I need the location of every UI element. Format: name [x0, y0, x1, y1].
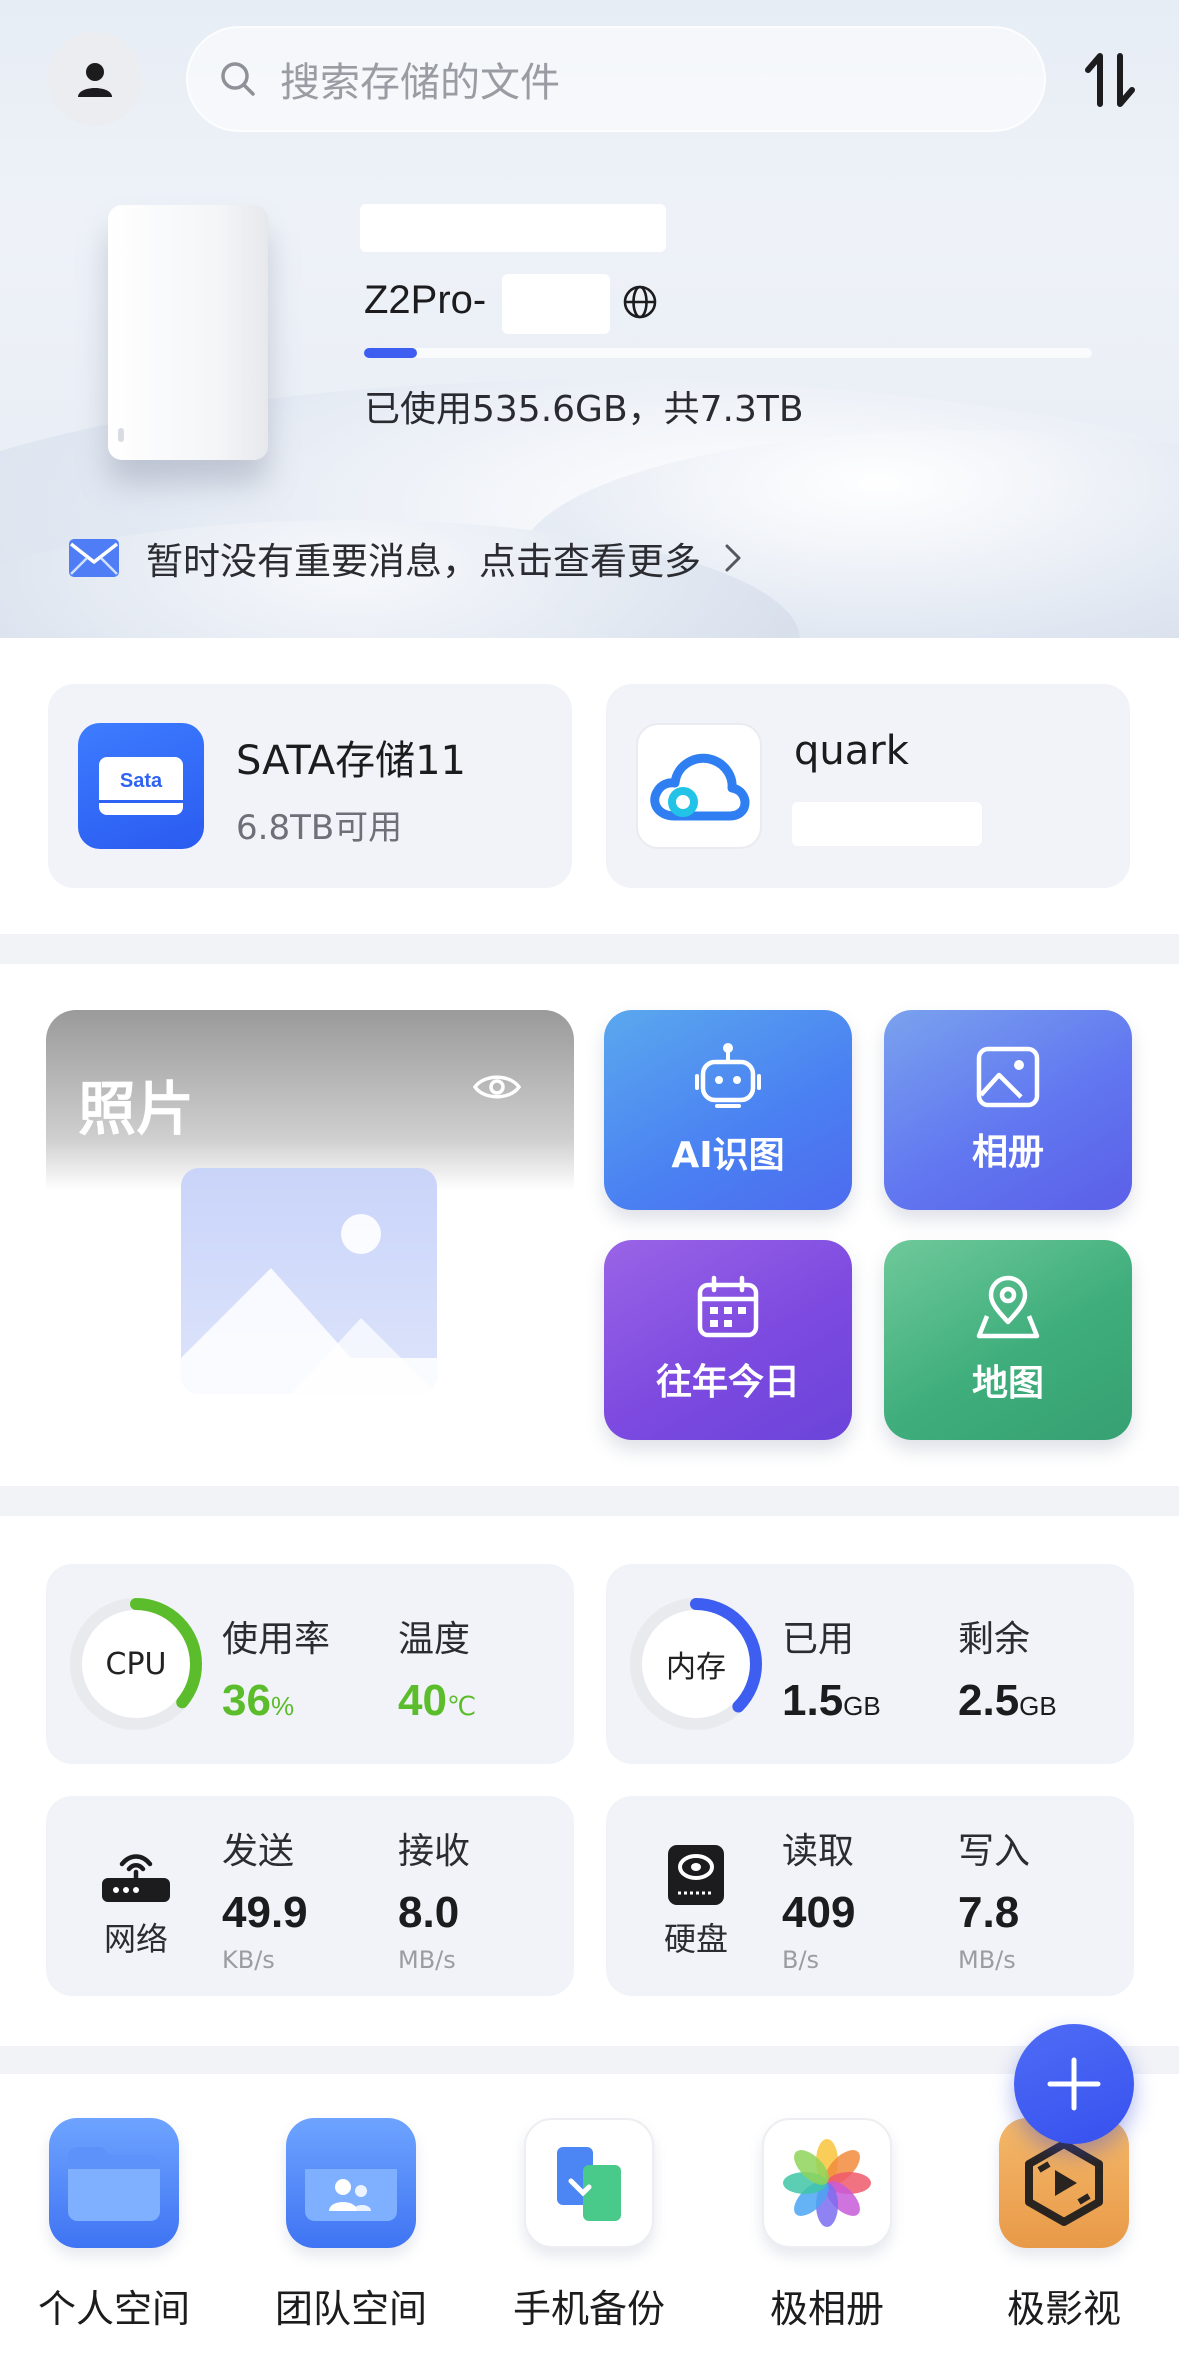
hard-disk-icon	[656, 1840, 736, 1910]
cpu-label: CPU	[105, 1646, 167, 1682]
memory-free-value: 2.5	[958, 1676, 1020, 1725]
photos-section: 照片 AI识图 相册 往年今日 地图	[0, 964, 1179, 1486]
disk-read-value: 409	[782, 1888, 856, 1937]
storage-title: quark	[794, 728, 909, 774]
app-ji-video[interactable]: 极影视	[964, 2118, 1164, 2333]
redacted-field	[502, 274, 610, 334]
plus-icon	[1047, 2057, 1101, 2111]
nas-device-image[interactable]	[108, 205, 268, 460]
image-icon	[976, 1046, 1040, 1108]
hero-banner: 搜索存储的文件 Z2Pro- 已使用535.6GB，共7.3TB 暂时没有重要消…	[0, 0, 1179, 638]
tile-album[interactable]: 相册	[884, 1010, 1132, 1210]
storage-card-sata[interactable]: Sata SATA存储11 6.8TB可用	[48, 684, 572, 888]
cpu-temp-label: 温度	[398, 1619, 471, 1660]
memory-card[interactable]: 内存 已用 1.5GB 剩余 2.5GB	[606, 1564, 1134, 1764]
person-icon	[78, 63, 112, 97]
tile-on-this-day[interactable]: 往年今日	[604, 1240, 852, 1440]
robot-icon	[695, 1043, 761, 1108]
memory-free-label: 剩余	[958, 1619, 1031, 1660]
storage-card-quark[interactable]: quark	[606, 684, 1130, 888]
photo-placeholder-image	[181, 1168, 437, 1394]
tile-label: 往年今日	[655, 1362, 800, 1403]
redacted-field	[360, 204, 666, 252]
notice-text: 暂时没有重要消息，点击查看更多	[146, 540, 701, 583]
disk-card[interactable]: 硬盘 读取 409 B/s 写入 7.8 MB/s	[606, 1796, 1134, 1996]
avatar-button[interactable]	[48, 32, 142, 126]
folder-icon	[49, 2118, 179, 2248]
disk-write-value: 7.8	[958, 1888, 1020, 1937]
app-ji-photos[interactable]: 极相册	[727, 2118, 927, 2333]
network-card[interactable]: 网络 发送 49.9 KB/s 接收 8.0 MB/s	[46, 1796, 574, 1996]
cpu-usage-value: 36	[222, 1676, 271, 1725]
search-placeholder: 搜索存储的文件	[280, 60, 560, 106]
phone-backup-icon	[524, 2118, 654, 2248]
tile-label: 相册	[971, 1132, 1044, 1173]
app-label: 极影视	[1006, 2287, 1121, 2331]
storage-usage-fill	[364, 348, 418, 358]
app-phone-backup[interactable]: 手机备份	[489, 2118, 689, 2333]
disk-write-unit: MB/s	[958, 1946, 1016, 1974]
flower-photos-icon	[762, 2118, 892, 2248]
disk-label: 硬盘	[663, 1920, 728, 1958]
mail-icon	[69, 539, 119, 577]
storage-usage-bar	[364, 348, 1092, 358]
router-icon	[96, 1840, 176, 1910]
app-label: 手机备份	[512, 2287, 665, 2331]
calendar-icon	[697, 1275, 759, 1338]
cpu-usage-label: 使用率	[222, 1619, 331, 1660]
app-label: 个人空间	[37, 2287, 190, 2331]
device-name[interactable]: Z2Pro-	[364, 278, 486, 323]
system-stats-section: CPU 使用率 36% 温度 40℃ 内存 已用 1.5GB 剩余 2.5GB	[0, 1516, 1179, 2046]
tile-label: 地图	[971, 1363, 1044, 1404]
eye-icon[interactable]	[472, 1070, 522, 1104]
tile-label: AI识图	[671, 1135, 785, 1176]
app-team-space[interactable]: 团队空间	[251, 2118, 451, 2333]
sata-disk-icon: Sata	[78, 723, 204, 849]
search-icon	[221, 62, 255, 96]
network-send-value: 49.9	[222, 1888, 308, 1937]
disk-write-label: 写入	[958, 1831, 1031, 1872]
network-recv-label: 接收	[398, 1831, 471, 1872]
cpu-card[interactable]: CPU 使用率 36% 温度 40℃	[46, 1564, 574, 1764]
add-button[interactable]	[1014, 2024, 1134, 2144]
team-folder-icon	[286, 2118, 416, 2248]
network-send-unit: KB/s	[222, 1946, 275, 1974]
notice-bar[interactable]: 暂时没有重要消息，点击查看更多	[68, 528, 743, 588]
app-personal-space[interactable]: 个人空间	[14, 2118, 214, 2333]
storage-title: SATA存储11	[236, 738, 466, 784]
transfer-icon[interactable]	[1080, 50, 1140, 110]
globe-icon[interactable]	[622, 284, 658, 320]
search-bar[interactable]: 搜索存储的文件	[186, 26, 1046, 132]
app-label: 极相册	[769, 2287, 884, 2331]
memory-label: 内存	[666, 1650, 726, 1685]
redacted-field	[792, 802, 982, 846]
network-recv-unit: MB/s	[398, 1946, 456, 1974]
tile-map[interactable]: 地图	[884, 1240, 1132, 1440]
photos-title: 照片	[78, 1075, 195, 1143]
chevron-right-icon	[725, 544, 741, 572]
disk-read-unit: B/s	[782, 1946, 820, 1974]
quark-cloud-icon	[636, 723, 762, 849]
network-recv-value: 8.0	[398, 1888, 460, 1937]
storage-section: Sata SATA存储11 6.8TB可用 quark	[0, 638, 1179, 934]
app-label: 团队空间	[274, 2287, 427, 2331]
storage-usage-text: 已使用535.6GB，共7.3TB	[364, 389, 804, 430]
map-pin-icon	[976, 1275, 1040, 1339]
app-shortcuts: 个人空间 团队空间 手机备份 极相册 极影视	[0, 2074, 1179, 2380]
disk-read-label: 读取	[782, 1831, 855, 1872]
memory-used-label: 已用	[782, 1619, 855, 1660]
photos-card[interactable]: 照片	[46, 1010, 574, 1440]
network-send-label: 发送	[222, 1831, 295, 1872]
storage-available: 6.8TB可用	[236, 808, 403, 848]
cpu-temp-value: 40	[398, 1676, 447, 1725]
tile-ai-recognition[interactable]: AI识图	[604, 1010, 852, 1210]
network-label: 网络	[103, 1920, 168, 1958]
memory-used-value: 1.5	[782, 1676, 844, 1725]
